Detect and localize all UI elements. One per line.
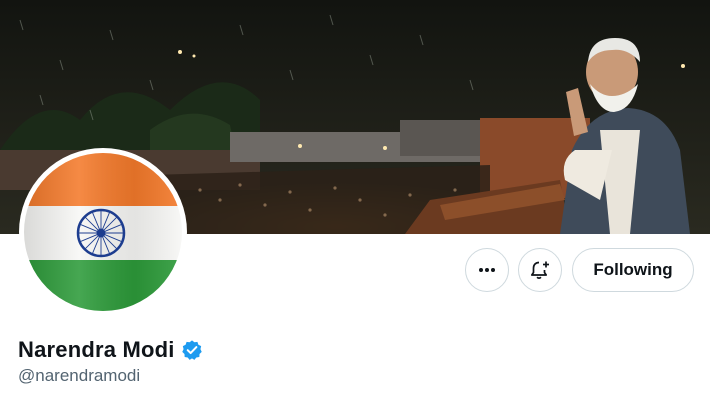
more-dots-icon	[479, 268, 495, 272]
following-button-label: Following	[593, 260, 673, 279]
verified-badge-icon[interactable]	[181, 339, 203, 361]
bell-plus-icon	[530, 261, 549, 279]
more-options-button[interactable]	[465, 248, 509, 292]
india-flag-icon	[24, 153, 182, 311]
username-handle: @narendramodi	[18, 366, 141, 385]
following-button[interactable]: Following	[572, 248, 694, 292]
profile-avatar[interactable]	[19, 148, 187, 316]
display-name: Narendra Modi	[18, 337, 175, 362]
notifications-button[interactable]	[518, 248, 562, 292]
profile-name-row: Narendra Modi	[18, 337, 203, 363]
